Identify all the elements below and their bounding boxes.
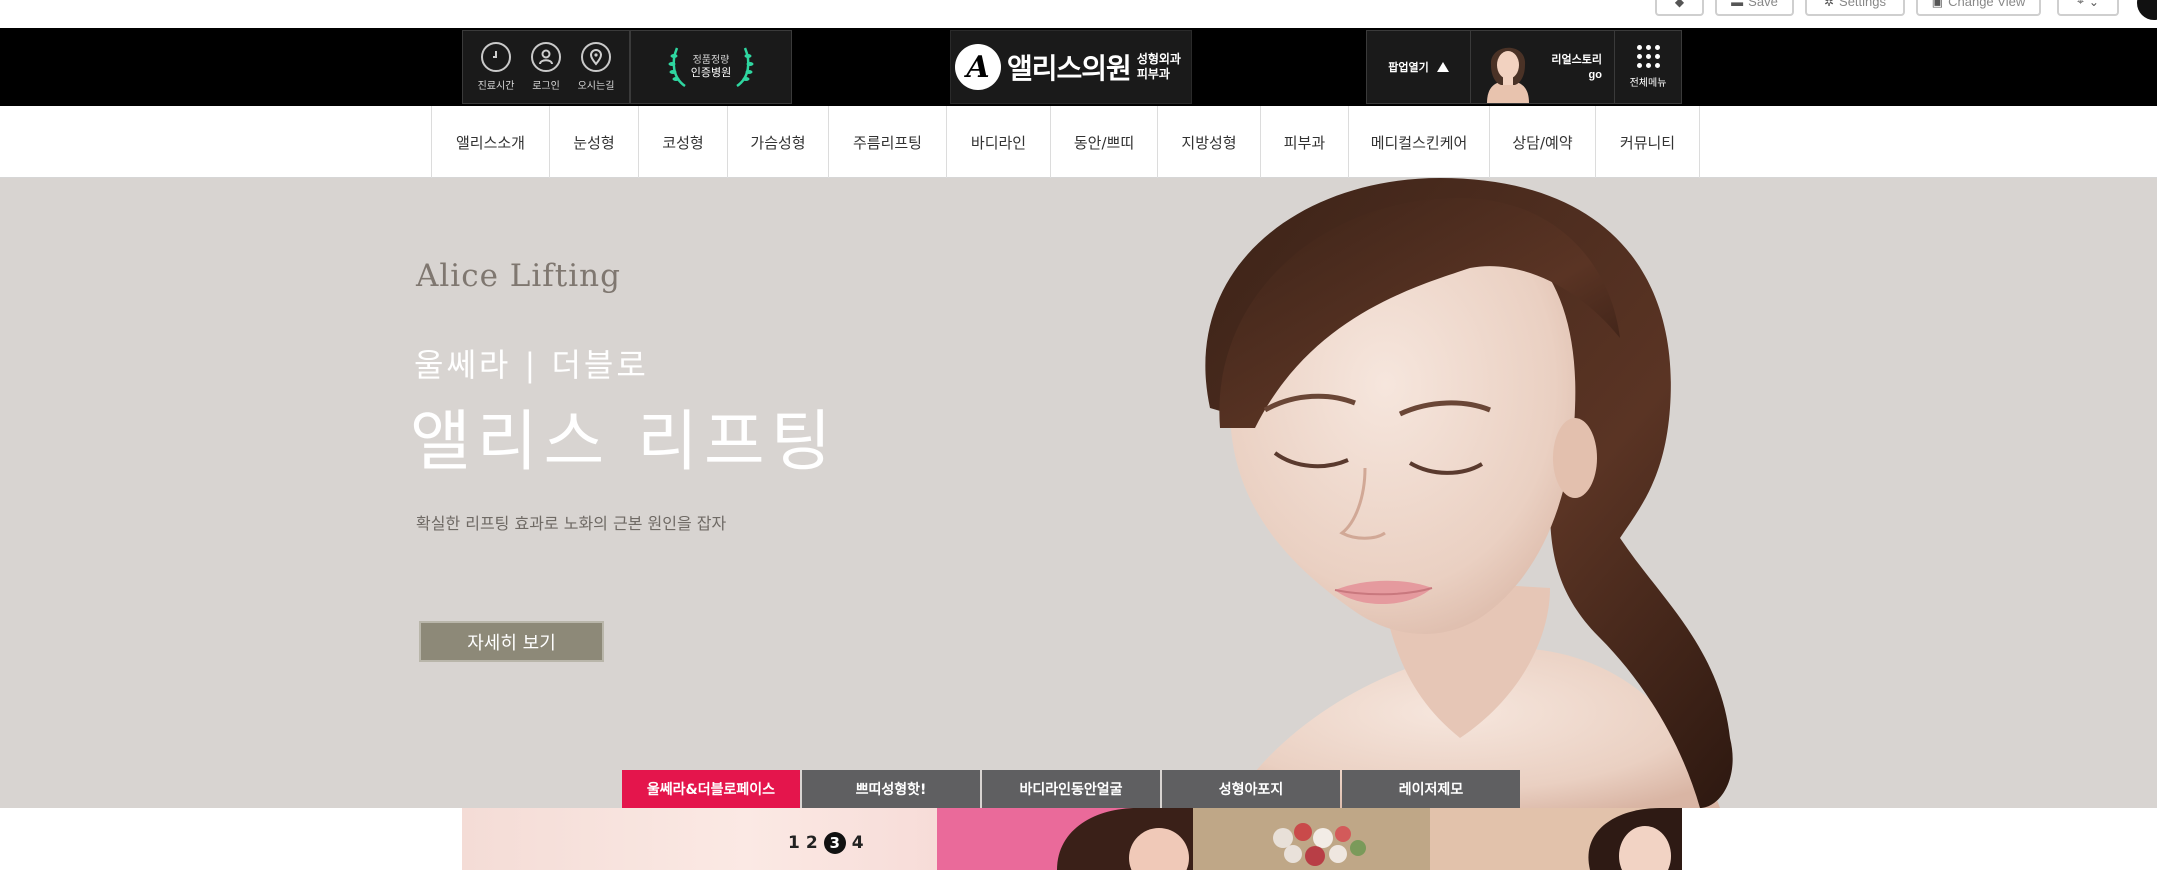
pager-page-1[interactable]: 1 <box>788 833 800 853</box>
promo-banner-3[interactable] <box>1193 808 1430 870</box>
grid-menu-icon <box>1636 45 1660 68</box>
promo-banner-4[interactable] <box>1430 808 1682 870</box>
promo-model-image <box>1057 808 1193 870</box>
story-line2: go <box>1588 69 1602 81</box>
hero-title: 앨리스 리프팅 <box>410 403 838 480</box>
nav-item-medical-skincare[interactable]: 메디컬스킨케어 <box>1349 106 1490 178</box>
promo-banner-strip: 1 2 3 4 <box>462 808 1682 870</box>
hero-eyebrow: Alice Lifting <box>416 258 621 294</box>
page: ◆ ▬ Save ✲ Settings ▣ Change View ⌖ ⌄ 진료… <box>0 0 2157 870</box>
hero-subtitle: 울쎄라 | 더블로 <box>414 346 649 384</box>
hero-model-image <box>1205 178 1733 808</box>
nav-item-lifting[interactable]: 주름리프팅 <box>829 106 947 178</box>
settings-label: Settings <box>1839 0 1887 9</box>
banner-pager: 1 2 3 4 <box>788 832 864 854</box>
tab-plastic-apogee[interactable]: 성형아포지 <box>1162 770 1340 808</box>
chevron-down-icon: ⌄ <box>2088 0 2099 9</box>
promo-banner-2[interactable] <box>937 808 1193 870</box>
nav-item-community[interactable]: 커뮤니티 <box>1596 106 1700 178</box>
nav-item-fat[interactable]: 지방성형 <box>1158 106 1261 178</box>
real-story-link[interactable]: 리얼스토리 go <box>1471 31 1615 103</box>
popup-toggle-button[interactable]: 팝업열기 <box>1367 31 1471 103</box>
nav-item-consult[interactable]: 상담/예약 <box>1490 106 1596 178</box>
tab-body-line[interactable]: 바디라인동안얼굴 <box>982 770 1160 808</box>
directions-label: 오시는길 <box>577 81 615 92</box>
location-pin-icon <box>581 42 611 72</box>
logo-name: 앨리스의원 <box>1007 52 1132 85</box>
cert-text: 정품정량 인증병원 <box>691 54 731 80</box>
change-view-label: Change View <box>1948 0 2026 9</box>
diamond-icon: ◆ <box>1674 0 1685 9</box>
change-view-button[interactable]: ▣ Change View <box>1916 0 2041 16</box>
settings-button[interactable]: ✲ Settings <box>1805 0 1905 16</box>
story-line1: 리얼스토리 <box>1551 54 1602 66</box>
gear-icon: ✲ <box>1823 0 1835 9</box>
promo-banner-1[interactable]: 1 2 3 4 <box>462 808 937 870</box>
login-label: 로그인 <box>532 81 560 92</box>
nav-item-alice-intro[interactable]: 앨리스소개 <box>432 106 550 178</box>
hours-label: 진료시간 <box>477 81 515 92</box>
flower-bouquet-image <box>1193 808 1430 870</box>
pin-menu-button[interactable]: ⌖ ⌄ <box>2057 0 2119 16</box>
nav-item-breast[interactable]: 가슴성형 <box>728 106 829 178</box>
details-button[interactable]: 자세히 보기 <box>419 621 604 662</box>
triangle-up-icon <box>1436 62 1449 72</box>
cert-line1: 정품정량 <box>692 55 730 66</box>
tab-petit-hot[interactable]: 쁘띠성형핫! <box>802 770 980 808</box>
login-link[interactable]: 로그인 <box>524 42 568 92</box>
cert-line2: 인증병원 <box>690 67 732 79</box>
user-icon <box>531 42 561 72</box>
hero-slide-tabs: 울쎄라&더블로페이스 쁘띠성형핫! 바디라인동안얼굴 성형아포지 레이저제모 <box>622 770 1520 808</box>
all-menu-label: 전체메뉴 <box>1629 78 1667 89</box>
laurel-right-icon <box>736 47 754 88</box>
nav-list: 앨리스소개 눈성형 코성형 가슴성형 주름리프팅 바디라인 동안/쁘띠 지방성형… <box>431 106 1700 178</box>
pager-page-2[interactable]: 2 <box>806 833 818 853</box>
pin-icon: ⌖ <box>2077 0 2084 8</box>
view-icon: ▣ <box>1931 0 1944 9</box>
diamond-button[interactable]: ◆ <box>1655 0 1704 16</box>
nav-item-eye[interactable]: 눈성형 <box>550 106 639 178</box>
story-avatar <box>1487 47 1529 103</box>
clock-icon <box>481 42 511 72</box>
nav-item-dermatology[interactable]: 피부과 <box>1261 106 1349 178</box>
main-nav: 앨리스소개 눈성형 코성형 가슴성형 주름리프팅 바디라인 동안/쁘띠 지방성형… <box>0 106 2157 178</box>
tab-ulthera-doublo[interactable]: 울쎄라&더블로페이스 <box>622 770 800 808</box>
story-label: 리얼스토리 go <box>1551 53 1602 83</box>
site-header: 진료시간 로그인 오시는길 정품정량 인증병원 A 앨리스의원 성형외과 피부과… <box>0 28 2157 106</box>
all-menu-button[interactable]: 전체메뉴 <box>1615 31 1681 103</box>
save-label: Save <box>1748 0 1778 9</box>
pager-page-4[interactable]: 4 <box>852 833 864 853</box>
certified-hospital-badge: 정품정량 인증병원 <box>630 30 792 104</box>
logo-sub-line2: 피부과 <box>1136 67 1170 81</box>
hero-description: 확실한 리프팅 효과로 노화의 근본 원인을 잡자 <box>416 514 727 533</box>
hours-link[interactable]: 진료시간 <box>474 42 518 92</box>
save-button[interactable]: ▬ Save <box>1715 0 1794 16</box>
logo-subtitle: 성형외과 피부과 <box>1137 52 1181 82</box>
directions-link[interactable]: 오시는길 <box>574 42 618 92</box>
corner-badge <box>2137 0 2157 20</box>
popup-toggle-label: 팝업열기 <box>1388 62 1429 74</box>
site-logo[interactable]: A 앨리스의원 성형외과 피부과 <box>950 30 1192 104</box>
hero-banner: Alice Lifting 울쎄라 | 더블로 앨리스 리프팅 확실한 리프팅 … <box>0 178 2157 808</box>
tab-laser-hair-removal[interactable]: 레이저제모 <box>1342 770 1520 808</box>
pager-page-3-current[interactable]: 3 <box>823 832 846 854</box>
nav-item-body-line[interactable]: 바디라인 <box>947 106 1051 178</box>
laurel-left-icon <box>668 47 686 88</box>
nav-item-nose[interactable]: 코성형 <box>639 106 728 178</box>
editor-toolbar: ◆ ▬ Save ✲ Settings ▣ Change View ⌖ ⌄ <box>0 0 2157 28</box>
save-icon: ▬ <box>1731 0 1744 9</box>
header-right-tools: 팝업열기 리얼스토리 go 전체메뉴 <box>1366 30 1682 104</box>
nav-item-petit[interactable]: 동안/쁘띠 <box>1051 106 1158 178</box>
utility-links: 진료시간 로그인 오시는길 <box>462 30 630 104</box>
promo-model-image-2 <box>1588 808 1682 870</box>
logo-mark: A <box>955 44 1001 90</box>
logo-sub-line1: 성형외과 <box>1136 52 1181 66</box>
